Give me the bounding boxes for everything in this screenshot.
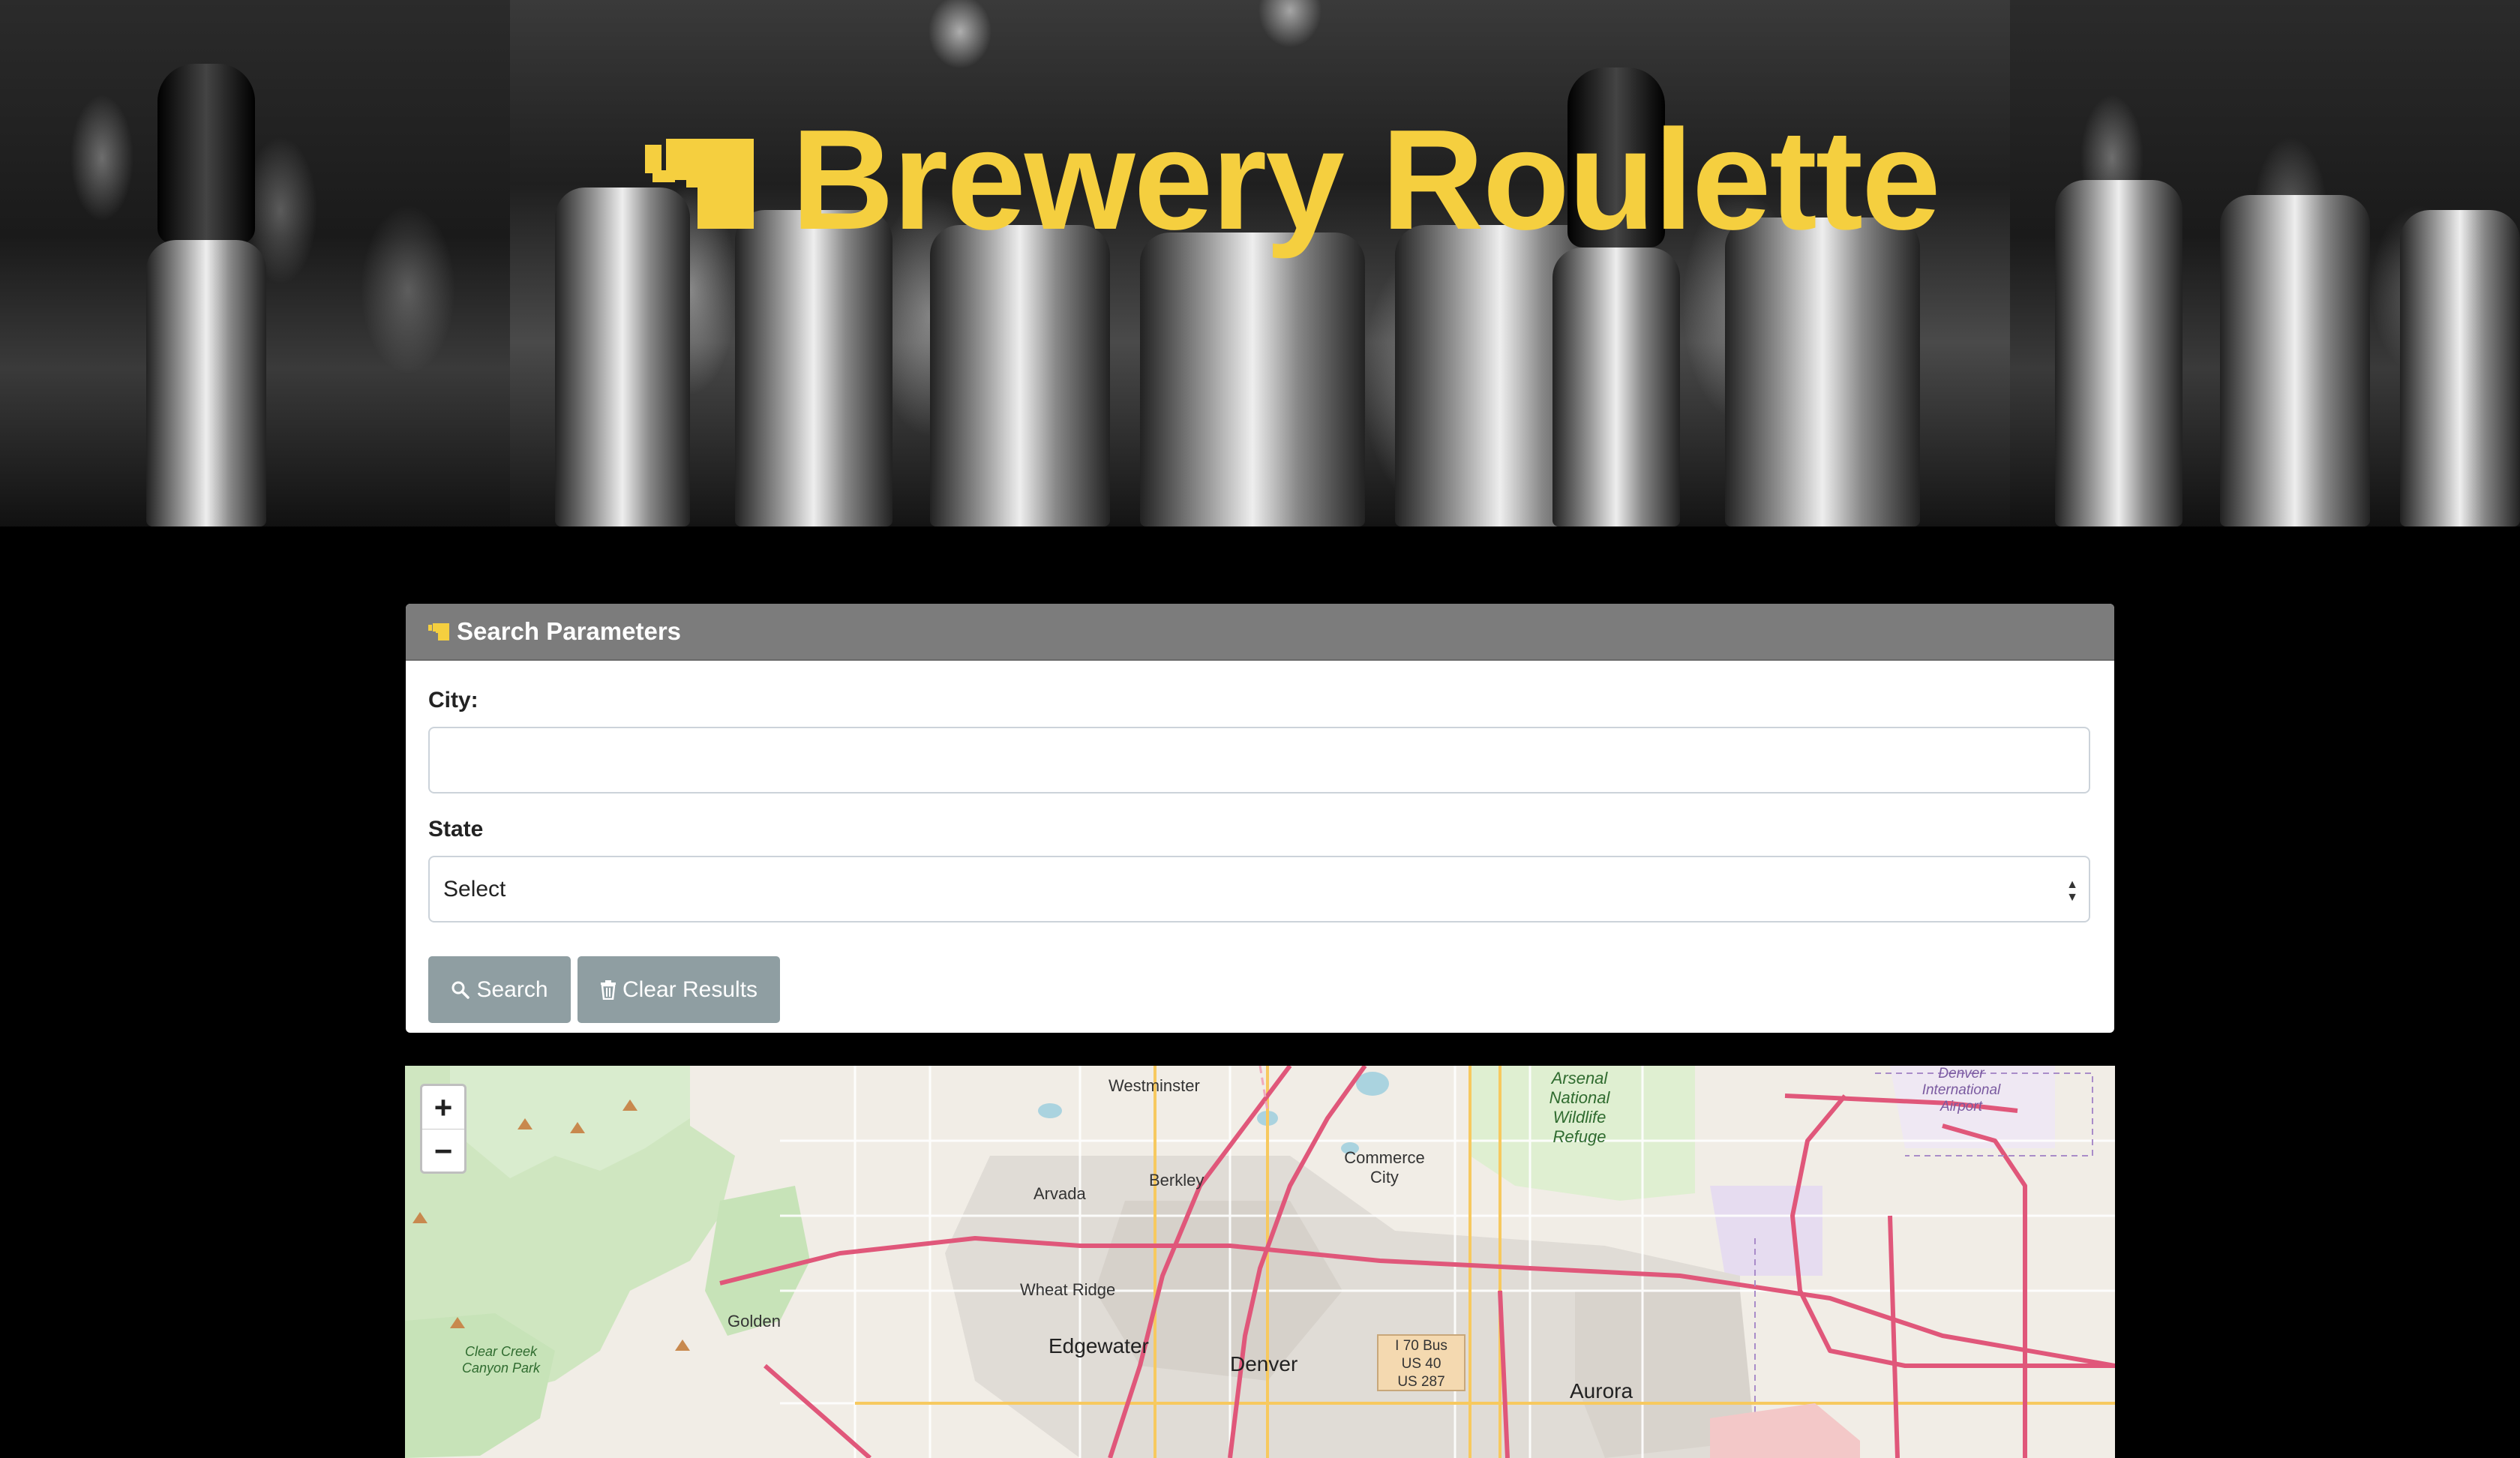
map[interactable]: + − Denver Aurora Edgewater Wheat Ridge … [405, 1066, 2115, 1458]
search-icon [452, 981, 470, 999]
search-button-label: Search [476, 976, 548, 1002]
map-label-wheat-ridge: Wheat Ridge [1020, 1280, 1116, 1299]
hero-image-center [510, 0, 2010, 526]
state-select[interactable]: Select ▲ ▼ [428, 856, 2090, 922]
trash-icon [600, 980, 616, 1000]
highway-sign-line: I 70 Bus [1395, 1338, 1448, 1354]
search-panel: Search Parameters City: State Select ▲ ▼ … [406, 604, 2114, 1033]
map-label-aurora: Aurora [1570, 1379, 1634, 1402]
beer-tap-icon [428, 623, 449, 640]
map-label-arvada: Arvada [1034, 1184, 1086, 1203]
hero-banner: Brewery Roulette [0, 0, 2520, 526]
state-label: State [428, 817, 484, 842]
map-label-edgewater: Edgewater [1048, 1334, 1149, 1358]
search-button[interactable]: Search [428, 956, 571, 1023]
map-label-arsenal-refuge: Arsenal National Wildlife Refuge [1549, 1069, 1610, 1146]
clear-results-label: Clear Results [622, 976, 758, 1002]
select-arrows-icon: ▲ ▼ [2066, 878, 2078, 904]
highway-sign-line: US 287 [1397, 1374, 1445, 1390]
map-zoom-control: + − [420, 1084, 466, 1174]
map-tiles [405, 1066, 2115, 1458]
clear-results-button[interactable]: Clear Results [578, 956, 780, 1023]
city-input[interactable] [428, 727, 2090, 794]
zoom-in-button[interactable]: + [422, 1086, 464, 1130]
beer-tap-icon [645, 139, 754, 229]
hero-image-right [2010, 0, 2520, 526]
map-label-berkley: Berkley [1149, 1171, 1204, 1190]
highway-sign: I 70 Bus US 40 US 287 [1377, 1334, 1466, 1391]
city-label: City: [428, 688, 478, 712]
page-title: Brewery Roulette [645, 100, 1941, 260]
map-label-golden: Golden [728, 1312, 781, 1330]
map-label-denver-airport: Denver International Airport [1922, 1066, 2001, 1114]
hero-image-left [0, 0, 510, 526]
panel-title: Search Parameters [457, 617, 682, 645]
highway-sign-line: US 40 [1401, 1356, 1442, 1372]
app-title: Brewery Roulette [791, 100, 1941, 260]
state-select-value: Select [443, 876, 506, 902]
map-label-denver: Denver [1230, 1352, 1298, 1376]
map-label-clear-creek-canyon-park: Clear Creek Canyon Park [461, 1344, 541, 1376]
zoom-out-button[interactable]: − [422, 1130, 464, 1172]
map-label-commerce-city: Commerce City [1344, 1148, 1425, 1186]
panel-header: Search Parameters [406, 604, 2114, 661]
map-label-westminster: Westminster [1108, 1076, 1200, 1095]
